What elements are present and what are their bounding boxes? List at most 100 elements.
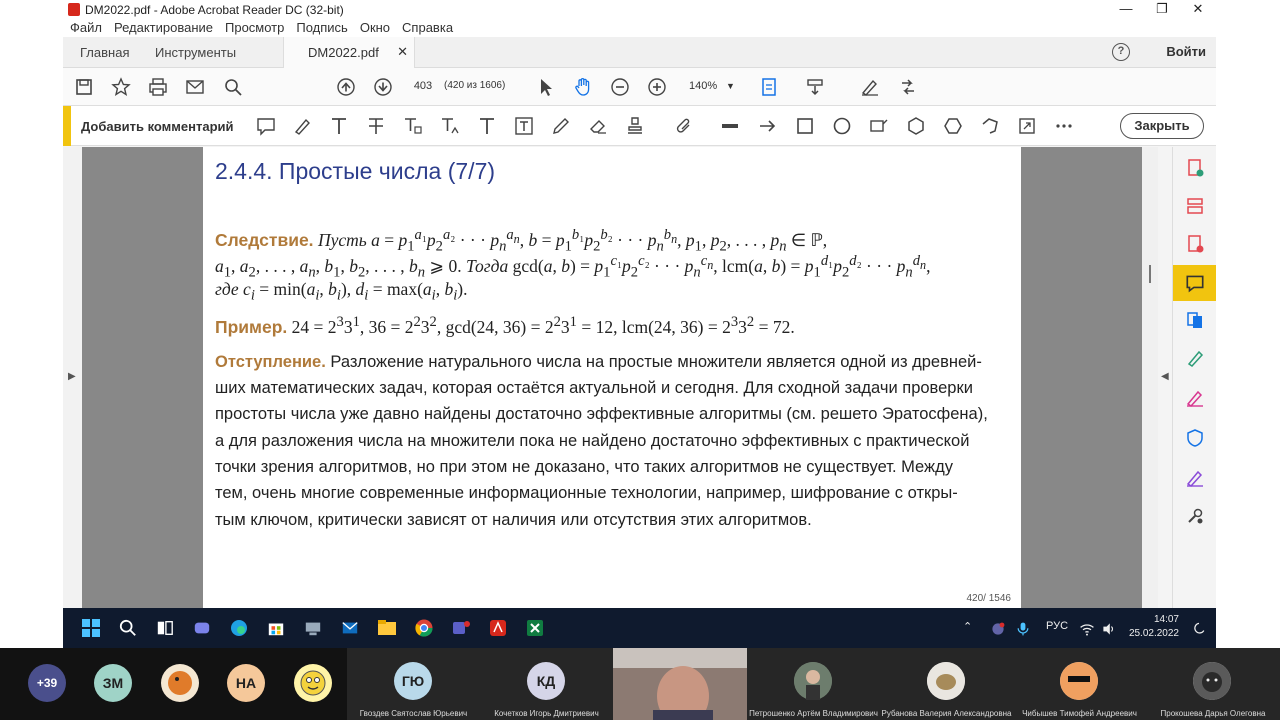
windows-start-icon[interactable]: [79, 616, 103, 640]
attach-icon[interactable]: [673, 115, 695, 137]
tray-app-icon[interactable]: [986, 617, 1010, 641]
page-down-icon[interactable]: [372, 76, 394, 98]
save-icon[interactable]: [73, 76, 95, 98]
combine-files-icon[interactable]: [1182, 307, 1208, 333]
wifi-icon[interactable]: [1075, 617, 1099, 641]
chrome-icon[interactable]: [412, 616, 436, 640]
edge-icon[interactable]: [227, 616, 251, 640]
create-pdf-icon[interactable]: [1182, 155, 1208, 181]
export-pdf-icon[interactable]: [1182, 231, 1208, 257]
zoom-out-icon[interactable]: [609, 76, 631, 98]
speaker-video[interactable]: [613, 648, 747, 720]
text-callout-icon[interactable]: [868, 115, 890, 137]
chevron-left-icon[interactable]: ◀: [1161, 371, 1169, 382]
participant-avatar-na[interactable]: НА: [227, 664, 265, 702]
left-panel-toggle[interactable]: ▶: [63, 147, 82, 608]
line-icon[interactable]: [719, 115, 741, 137]
scrollbar-thumb[interactable]: [1149, 265, 1151, 283]
arrow-icon[interactable]: [757, 115, 779, 137]
tab-tools[interactable]: Инструменты: [155, 45, 236, 60]
acrobat-taskbar-icon[interactable]: [486, 616, 510, 640]
text-box-icon[interactable]: [513, 115, 535, 137]
menu-edit[interactable]: Редактирование: [114, 19, 213, 37]
select-cursor-icon[interactable]: [535, 76, 557, 98]
right-panel-toggle[interactable]: ◀: [1158, 147, 1172, 608]
menu-sign[interactable]: Подпись: [296, 19, 347, 37]
vertical-scrollbar[interactable]: [1142, 147, 1158, 608]
comment-tool-icon[interactable]: [1173, 265, 1216, 301]
participant-tile-1[interactable]: ГЮ Гвоздев Святослав Юрьевич: [347, 648, 480, 720]
close-window-button[interactable]: ✕: [1180, 0, 1216, 18]
network-app-icon[interactable]: [301, 616, 325, 640]
login-button[interactable]: Войти: [1166, 44, 1206, 59]
excel-icon[interactable]: [523, 616, 547, 640]
expand-icon[interactable]: [1016, 115, 1038, 137]
sticky-note-icon[interactable]: [255, 115, 277, 137]
search-icon[interactable]: [222, 76, 244, 98]
file-explorer-icon[interactable]: [375, 616, 399, 640]
close-comment-button[interactable]: Закрыть: [1120, 113, 1204, 139]
participant-tile-4[interactable]: Рубанова Валерия Александровна: [880, 648, 1013, 720]
polygon-icon[interactable]: [905, 115, 927, 137]
chat-icon[interactable]: [190, 616, 214, 640]
participant-avatar-photo-bird[interactable]: [161, 664, 199, 702]
store-icon[interactable]: [264, 616, 288, 640]
rectangle-icon[interactable]: [794, 115, 816, 137]
oval-icon[interactable]: [831, 115, 853, 137]
zoom-level-select[interactable]: 140%: [689, 76, 717, 96]
edit-pdf-icon[interactable]: [1182, 345, 1208, 371]
more-options-icon[interactable]: [1053, 115, 1075, 137]
participant-tile-2[interactable]: КД Кочетков Игорь Дмитриевич: [480, 648, 613, 720]
pencil-icon[interactable]: [550, 115, 572, 137]
microphone-icon[interactable]: [1011, 617, 1035, 641]
language-indicator[interactable]: РУС: [1046, 620, 1068, 632]
tab-home[interactable]: Главная: [80, 45, 129, 60]
fill-sign-icon[interactable]: [1182, 385, 1208, 411]
page-up-icon[interactable]: [335, 76, 357, 98]
more-participants-badge[interactable]: +39: [28, 664, 66, 702]
help-icon[interactable]: ?: [1112, 43, 1130, 61]
cloud-icon[interactable]: [942, 115, 964, 137]
chevron-right-icon[interactable]: ▶: [68, 371, 76, 382]
mail-icon[interactable]: [184, 76, 206, 98]
menu-help[interactable]: Справка: [402, 19, 453, 37]
highlight-icon[interactable]: [291, 115, 313, 137]
participant-tile-5[interactable]: Чибышев Тимофей Андреевич: [1013, 648, 1146, 720]
tab-document[interactable]: DM2022.pdf ✕: [283, 37, 415, 68]
menu-window[interactable]: Окно: [360, 19, 390, 37]
fit-page-icon[interactable]: [758, 76, 780, 98]
protect-icon[interactable]: [1182, 425, 1208, 451]
participant-tile-3[interactable]: Петрошенко Артём Владимирович: [747, 648, 880, 720]
volume-icon[interactable]: [1097, 617, 1121, 641]
polygon-line-icon[interactable]: [979, 115, 1001, 137]
sign-icon[interactable]: [859, 76, 881, 98]
participant-tile-6[interactable]: Прокошева Дарья Олеговна: [1146, 648, 1280, 720]
participant-avatar-smiley[interactable]: [294, 664, 332, 702]
eraser-icon[interactable]: [587, 115, 609, 137]
print-icon[interactable]: [147, 76, 169, 98]
text-icon[interactable]: [328, 115, 350, 137]
scroll-mode-icon[interactable]: [804, 76, 826, 98]
organize-pages-icon[interactable]: [1182, 193, 1208, 219]
taskbar-search-icon[interactable]: [116, 616, 140, 640]
menu-view[interactable]: Просмотр: [225, 19, 284, 37]
menu-file[interactable]: Файл: [70, 19, 102, 37]
tray-chevron-up-icon[interactable]: ⌃: [963, 620, 972, 633]
chevron-down-icon[interactable]: ▼: [726, 76, 735, 96]
notification-icon[interactable]: [1187, 617, 1211, 641]
mail-app-icon[interactable]: [338, 616, 362, 640]
clock[interactable]: 14:07 25.02.2022: [1123, 613, 1179, 641]
strikethrough-icon[interactable]: [365, 115, 387, 137]
request-signature-icon[interactable]: [1182, 465, 1208, 491]
share-icon[interactable]: [897, 76, 919, 98]
close-tab-icon[interactable]: ✕: [397, 44, 408, 60]
add-text-icon[interactable]: [476, 115, 498, 137]
replace-text-icon[interactable]: [402, 115, 424, 137]
minimize-button[interactable]: —: [1108, 0, 1144, 18]
zoom-in-icon[interactable]: [646, 76, 668, 98]
maximize-button[interactable]: ❐: [1144, 0, 1180, 18]
participant-avatar-zm[interactable]: ЗМ: [94, 664, 132, 702]
teams-icon[interactable]: [449, 616, 473, 640]
hand-tool-icon[interactable]: [572, 76, 594, 98]
task-view-icon[interactable]: [153, 616, 177, 640]
